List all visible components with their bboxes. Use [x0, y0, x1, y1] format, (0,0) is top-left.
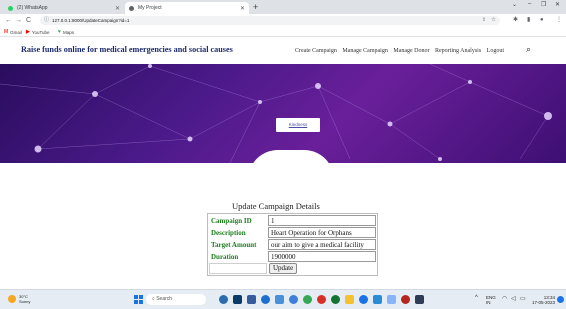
menu-kebab-icon[interactable]: ⋮	[556, 16, 562, 25]
whatsapp-icon	[8, 5, 13, 11]
hero-banner: Kindness	[0, 64, 566, 163]
menu-item-manage-donor[interactable]: Manage Donor	[393, 48, 429, 54]
duration-field[interactable]: 1900000	[268, 251, 376, 262]
campaign-id-label: Campaign ID	[211, 216, 252, 225]
share-icon[interactable]: ⇪	[482, 16, 486, 25]
form-row: Description Heart Operation for Orphans	[209, 227, 376, 238]
target-amount-label: Target Amount	[211, 240, 257, 249]
main-menu: Create Campaign Manage Campaign Manage D…	[295, 48, 508, 54]
form-row: Duration 1900000	[209, 251, 376, 262]
form-row: Target Amount our aim to give a medical …	[209, 239, 376, 250]
new-tab-button[interactable]: +	[253, 2, 258, 12]
bookmark-maps[interactable]: ♥ Maps	[58, 29, 74, 35]
close-window-icon[interactable]: ✕	[555, 1, 560, 8]
back-icon[interactable]: ←	[5, 16, 12, 25]
bookmark-youtube[interactable]: ▶ YouTube	[26, 29, 50, 35]
tab-whatsapp[interactable]: (2) WhatsApp ✕	[4, 2, 124, 14]
chrome-active-icon[interactable]	[359, 295, 368, 304]
menu-item-manage-campaign[interactable]: Manage Campaign	[342, 48, 388, 54]
campaign-id-field[interactable]: 1	[268, 215, 376, 226]
browser-toolbar: ← → C ⓘ 127.0.0.1:8000/UpdateCampaign?id…	[0, 14, 566, 27]
restore-icon[interactable]: ❐	[541, 1, 546, 8]
close-icon[interactable]: ✕	[240, 5, 245, 12]
form-row: Update	[209, 263, 376, 274]
app-icon[interactable]	[401, 295, 410, 304]
site-header: Raise funds online for medical emergenci…	[0, 38, 566, 64]
gmail-icon: M	[4, 29, 9, 35]
form-row: Campaign ID 1	[209, 215, 376, 226]
weather-desc: Sunny	[19, 299, 31, 304]
submit-cell: Update	[268, 263, 376, 274]
form-title: Update Campaign Details	[232, 201, 320, 211]
bookmarks-bar: M Gmail ▶ YouTube ♥ Maps	[0, 27, 566, 37]
url-text: 127.0.0.1:8000/UpdateCampaign?id=1	[52, 18, 130, 23]
copilot-icon[interactable]	[219, 295, 228, 304]
menu-item-reporting-analysis[interactable]: Reporting Analysis	[435, 48, 481, 54]
speaker-icon[interactable]: ◁	[511, 295, 516, 302]
clock-date: 17-05-2023	[531, 300, 555, 305]
bookmark-gmail[interactable]: M Gmail	[4, 29, 22, 35]
region-text: IN	[486, 300, 491, 305]
sidebar-icon[interactable]: ▮	[527, 16, 530, 25]
bookmark-label: YouTube	[31, 29, 50, 35]
extensions-icon[interactable]: ✱	[513, 16, 518, 25]
file-explorer-icon[interactable]	[233, 295, 242, 304]
search-label: Search	[156, 296, 173, 302]
menu-item-create-campaign[interactable]: Create Campaign	[295, 48, 337, 54]
description-field[interactable]: Heart Operation for Orphans	[268, 227, 376, 238]
app-icon[interactable]	[317, 295, 326, 304]
vscode-icon[interactable]	[373, 295, 382, 304]
task-view-icon[interactable]	[247, 295, 256, 304]
windows-start-icon[interactable]	[134, 295, 143, 304]
star-icon[interactable]: ☆	[491, 16, 496, 25]
folder-icon[interactable]	[345, 295, 354, 304]
kindness-button[interactable]: Kindness	[276, 118, 320, 132]
sun-icon	[8, 295, 16, 303]
edge-icon[interactable]	[289, 295, 298, 304]
maps-icon: ♥	[58, 29, 61, 35]
address-bar[interactable]: ⓘ 127.0.0.1:8000/UpdateCampaign?id=1 ⇪ ☆	[40, 16, 500, 25]
info-icon[interactable]: ⓘ	[44, 16, 49, 25]
forward-icon[interactable]: →	[15, 16, 22, 25]
globe-icon	[129, 5, 134, 11]
app-icon[interactable]	[331, 295, 340, 304]
search-app-icon[interactable]	[261, 295, 270, 304]
update-campaign-form: Campaign ID 1 Description Heart Operatio…	[207, 213, 378, 276]
battery-icon[interactable]: ▭	[520, 295, 526, 302]
language-indicator[interactable]: ENG IN	[486, 295, 496, 305]
tab-label: My Project	[138, 5, 162, 11]
description-label: Description	[211, 228, 246, 237]
notification-icon[interactable]	[557, 296, 564, 303]
update-button[interactable]: Update	[269, 263, 298, 274]
store-icon[interactable]	[275, 295, 284, 304]
youtube-icon: ▶	[26, 29, 30, 35]
taskbar-search[interactable]: ⌕ Search	[146, 294, 206, 305]
minimize-icon[interactable]: –	[528, 1, 531, 7]
app-icon[interactable]	[415, 295, 424, 304]
taskbar: 30°C Sunny ⌕ Search ^ ENG IN ◠ ◁ ▭ 13:34…	[0, 289, 566, 309]
duration-label: Duration	[211, 252, 239, 261]
clock[interactable]: 13:34 17-05-2023	[531, 295, 555, 305]
chevron-down-icon[interactable]: ⌄	[512, 1, 517, 8]
target-amount-field[interactable]: our aim to give a medical facility	[268, 239, 376, 250]
tab-my-project[interactable]: My Project ✕	[125, 2, 249, 14]
browser-tab-strip: (2) WhatsApp ✕ My Project ✕ + ⌄ – ❐ ✕	[0, 0, 566, 14]
site-title: Raise funds online for medical emergenci…	[21, 45, 233, 54]
bookmark-label: Gmail	[10, 29, 22, 35]
app-icon[interactable]	[387, 295, 396, 304]
bookmark-label: Maps	[62, 29, 74, 35]
chevron-up-icon[interactable]: ^	[475, 295, 478, 301]
empty-cell	[209, 263, 267, 274]
tab-label: (2) WhatsApp	[17, 5, 48, 11]
reload-icon[interactable]: C	[26, 16, 31, 25]
close-icon[interactable]: ✕	[115, 5, 120, 12]
search-icon[interactable]: ⌕	[526, 44, 531, 55]
network-background	[0, 64, 552, 163]
chrome-icon[interactable]	[303, 295, 312, 304]
weather-widget[interactable]: 30°C Sunny	[8, 294, 30, 304]
profile-icon[interactable]: ●	[540, 16, 544, 25]
menu-item-logout[interactable]: Logout	[487, 48, 504, 54]
wifi-icon[interactable]: ◠	[502, 295, 507, 302]
